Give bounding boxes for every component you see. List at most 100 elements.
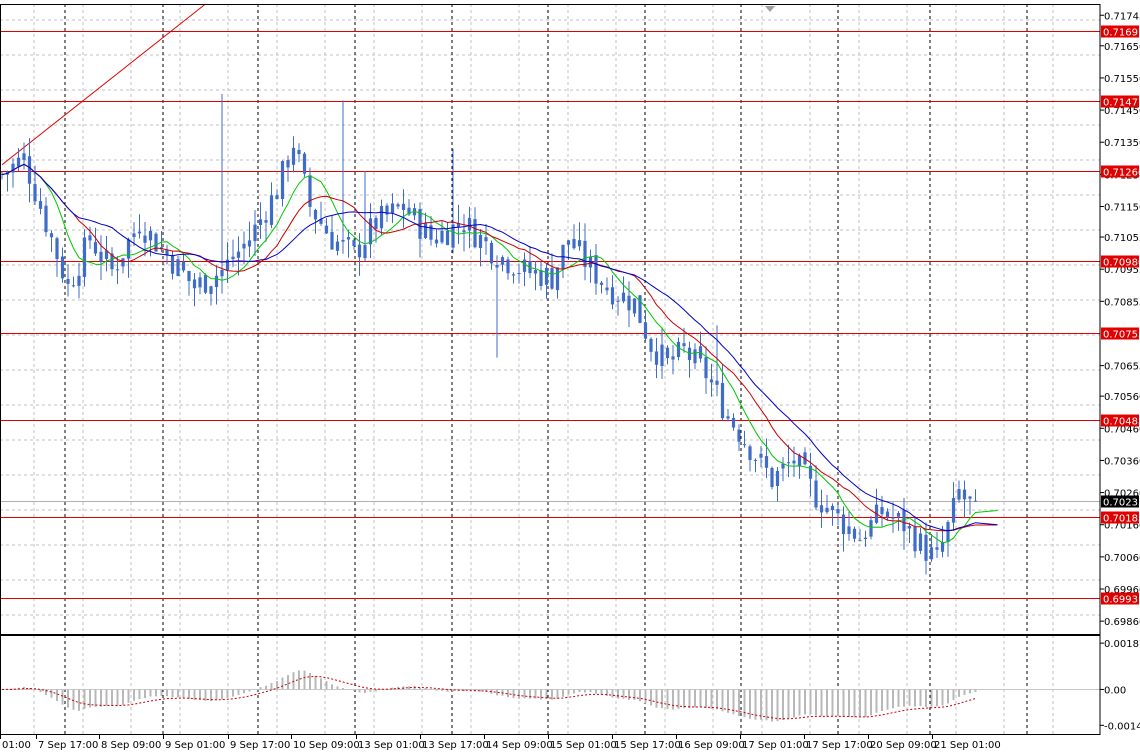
candle-body — [77, 275, 81, 286]
candle-body — [748, 446, 752, 460]
oscillator-signal-line — [1, 675, 976, 720]
time-tick-label: 13 Sep 01:00 — [358, 740, 425, 751]
candle-body — [792, 460, 796, 464]
candle-body — [594, 255, 598, 284]
candle-body — [242, 243, 246, 249]
candle-body — [973, 500, 978, 502]
candle-body — [539, 270, 543, 287]
candle-body — [951, 497, 956, 523]
candle-body — [291, 147, 296, 165]
oscillator-tick-label: -0.00145 — [1104, 721, 1140, 732]
candle-body — [132, 233, 136, 237]
candle-body — [566, 240, 571, 245]
candle-body — [66, 278, 70, 284]
moving-average-line — [1, 163, 998, 532]
candle-body — [544, 267, 549, 285]
candle-body — [940, 542, 945, 552]
candle-body — [533, 270, 538, 274]
candle-body — [390, 203, 395, 213]
candle-body — [253, 224, 257, 242]
price-tick-label: 0.70855 — [1104, 297, 1140, 308]
candle-body — [247, 240, 252, 247]
candle-body — [522, 259, 527, 272]
price-chart[interactable]: 0.001871 0.00 -0.00145 0.71745 0.71650 0.715… — [0, 0, 1140, 754]
candle-body — [605, 287, 609, 291]
candle-body — [929, 547, 934, 560]
candle-body — [401, 203, 406, 211]
candle-body — [495, 264, 499, 268]
candle-body — [572, 238, 576, 249]
candle-body — [517, 272, 521, 274]
candle-body — [27, 156, 32, 184]
candle-body — [693, 349, 697, 364]
candle-body — [583, 240, 587, 267]
candle-body — [352, 240, 356, 246]
candle-body — [841, 514, 846, 535]
candle-body — [423, 223, 428, 239]
candle-body — [324, 225, 329, 234]
candle-body — [968, 496, 972, 499]
horizontal-levels[interactable] — [0, 31, 1100, 599]
candle-body — [770, 467, 774, 488]
candle-body — [830, 505, 835, 511]
candle-body — [577, 240, 582, 247]
candle-body — [198, 277, 202, 288]
candle-body — [170, 255, 175, 274]
candle-body — [704, 357, 708, 379]
candle-body — [550, 268, 554, 289]
candle-body — [214, 275, 219, 288]
candle-body — [715, 380, 719, 385]
candle-body — [143, 235, 147, 243]
trendline[interactable] — [1, 3, 206, 166]
candle-body — [115, 269, 120, 271]
candle-body — [49, 233, 54, 238]
level-label: 0.70980 — [1103, 258, 1140, 269]
candle-body — [335, 241, 340, 251]
time-tick-label: 17 Sep 01:00 — [742, 740, 809, 751]
candle-body — [280, 161, 285, 200]
level-label: 0.71697 — [1103, 28, 1140, 39]
candle-body — [236, 251, 241, 258]
candle-body — [302, 153, 307, 174]
candle-body — [88, 235, 92, 241]
candle-body — [896, 512, 901, 517]
candle-body — [511, 274, 516, 276]
candle-body — [731, 417, 736, 428]
time-tick-label: 01:00 — [2, 740, 31, 751]
candle-body — [836, 509, 840, 514]
time-tick-label: 14 Sep 09:00 — [486, 740, 553, 751]
oscillator-tick-label: 0.00 — [1104, 685, 1126, 696]
candle-body — [616, 300, 620, 302]
time-tick-label: 21 Sep 01:00 — [934, 740, 1001, 751]
candle-body — [33, 184, 37, 202]
candle-body — [176, 259, 180, 277]
candle-body — [286, 160, 290, 168]
trendline[interactable] — [1, 3, 206, 166]
candle-body — [71, 285, 76, 287]
candle-body — [946, 522, 950, 542]
candle-body — [814, 480, 818, 508]
candle-body — [368, 218, 373, 245]
price-tick-label: 0.70655 — [1104, 362, 1140, 373]
level-label: 0.69931 — [1103, 595, 1140, 606]
moving-average-line — [1, 163, 998, 532]
candle-body — [374, 217, 378, 230]
candle-body — [148, 230, 153, 241]
candle-body — [82, 237, 87, 277]
candle-body — [341, 239, 345, 242]
candle-body — [962, 489, 967, 500]
candle-body — [269, 195, 274, 225]
price-tick-label: 0.71550 — [1104, 74, 1140, 85]
price-tick-label: 0.69860 — [1104, 617, 1140, 628]
time-tick-label: 7 Sep 17:00 — [38, 740, 98, 751]
candle-body — [825, 507, 829, 513]
candle-body — [775, 470, 780, 487]
candle-body — [880, 507, 884, 515]
candle-body — [445, 230, 450, 246]
candle-body — [506, 259, 510, 274]
grid — [0, 4, 1100, 734]
candle-body — [742, 444, 747, 446]
candle-body — [709, 379, 714, 383]
price-tick-label: 0.70560 — [1104, 392, 1140, 403]
current-price-label: 0.70233 — [1103, 498, 1140, 509]
